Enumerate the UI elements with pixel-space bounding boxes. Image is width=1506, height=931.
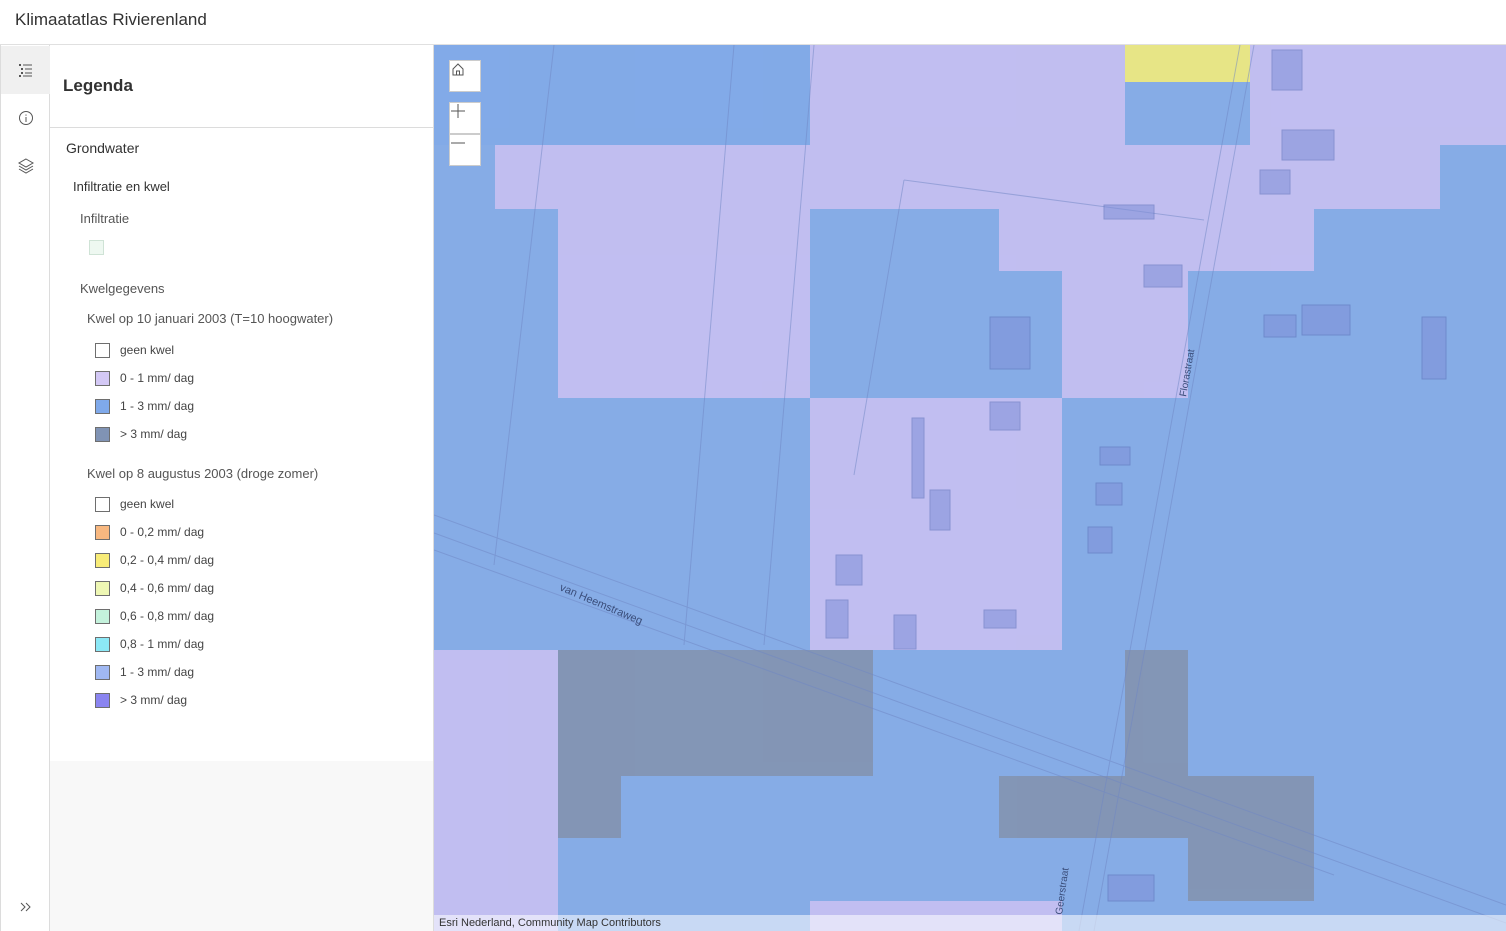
january-legend-item: > 3 mm/ dag [95,425,187,443]
plus-icon [451,104,465,118]
august-legend-swatch [95,552,110,568]
january-legend-item: 0 - 1 mm/ dag [95,369,194,387]
home-icon [452,63,464,76]
august-legend-label: > 3 mm/ dag [120,693,188,707]
august-legend-label: 0,4 - 0,6 mm/ dag [120,581,215,595]
august-legend-label: 0,6 - 0,8 mm/ dag [120,609,215,623]
legend-swatch-infiltratie [89,240,104,255]
legend-layer-title: Infiltratie en kwel [73,179,170,194]
legend-sublayer-infiltratie: Infiltratie [80,211,130,226]
august-legend-swatch [95,664,110,680]
double-chevron-right-icon [20,902,31,912]
january-legend-item: 1 - 3 mm/ dag [95,397,194,415]
legend-panel-header: Legenda [50,45,433,128]
january-legend-label: 1 - 3 mm/ dag [120,399,195,413]
january-legend-swatch [95,426,110,442]
august-legend-label: 0,8 - 1 mm/ dag [120,637,205,651]
zoom-in-button[interactable] [449,102,481,134]
january-legend-label: geen kwel [120,343,175,357]
january-legend-item: geen kwel [95,341,174,359]
august-legend-swatch [95,580,110,596]
legend-toggle-button[interactable] [1,46,50,94]
august-legend-label: 1 - 3 mm/ dag [120,665,195,679]
legend-group-title: Grondwater [66,140,140,156]
layers-icon [17,158,34,174]
august-legend-item: > 3 mm/ dag [95,691,187,709]
legend-sublayer-kwel: Kwelgegevens [80,281,165,296]
legend-panel-title: Legenda [63,76,133,95]
side-rail [0,45,50,931]
august-legend-item: 0,6 - 0,8 mm/ dag [95,607,214,625]
app-header: Klimaatatlas Rivierenland [0,0,1506,45]
expand-button[interactable] [1,883,50,931]
legend-body: Grondwater Infiltratie en kwel Infiltrat… [50,128,433,761]
info-button[interactable] [1,94,50,142]
august-legend-item: 0,4 - 0,6 mm/ dag [95,579,214,597]
august-legend-item: geen kwel [95,495,174,513]
august-legend-swatch [95,692,110,708]
legend-icon [18,64,32,77]
august-legend-item: 0,2 - 0,4 mm/ dag [95,551,214,569]
august-legend-swatch [95,608,110,624]
info-icon [18,111,33,125]
legend-title-january: Kwel op 10 januari 2003 (T=10 hoogwater) [87,311,334,326]
zoom-out-button[interactable] [449,134,481,166]
august-legend-swatch [95,636,110,652]
minus-icon [451,142,465,144]
january-legend-swatch [95,342,110,358]
january-legend-label: > 3 mm/ dag [120,427,188,441]
january-legend-swatch [95,370,110,386]
app-title: Klimaatatlas Rivierenland [15,10,207,29]
map-canvas[interactable]: van Heemstraweg Florastraat Geerstraat [434,45,1506,931]
layers-button[interactable] [1,142,50,190]
map-attribution: Esri Nederland, Community Map Contributo… [434,915,1506,931]
august-legend-label: 0,2 - 0,4 mm/ dag [120,553,215,567]
map-view[interactable]: van Heemstraweg Florastraat Geerstraat E… [434,45,1506,931]
august-legend-swatch [95,496,110,512]
august-legend-item: 0 - 0,2 mm/ dag [95,523,204,541]
legend-panel: Legenda Grondwater Infiltratie en kwel I… [50,45,434,931]
august-legend-item: 1 - 3 mm/ dag [95,663,194,681]
home-button[interactable] [449,60,481,92]
august-legend-label: 0 - 0,2 mm/ dag [120,525,205,539]
legend-title-august: Kwel op 8 augustus 2003 (droge zomer) [87,466,319,481]
january-legend-swatch [95,398,110,414]
january-legend-label: 0 - 1 mm/ dag [120,371,195,385]
august-legend-item: 0,8 - 1 mm/ dag [95,635,204,653]
august-legend-label: geen kwel [120,497,175,511]
august-legend-swatch [95,524,110,540]
